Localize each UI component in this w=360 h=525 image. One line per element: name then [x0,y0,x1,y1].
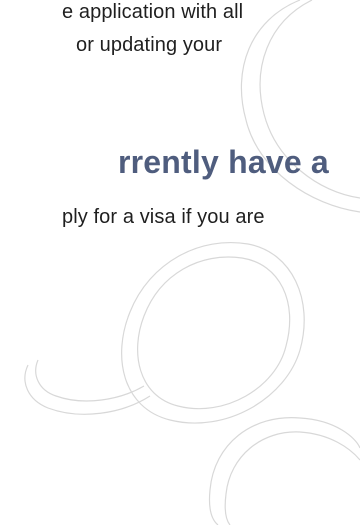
decor-swirl-left [24,364,151,415]
body-text-line-3: ply for a visa if you are [62,206,265,228]
body-text-line-1: e application with all [62,1,244,23]
decor-ring-middle-inner [137,256,291,410]
decor-ring-lower-inner [224,431,301,525]
decor-swirl-left-inner [35,359,145,402]
decor-ring-lower-outer [208,417,301,525]
decor-ring-lower-right [299,417,360,449]
decorative-outline-background [24,0,360,525]
body-text-line-2: or updating your [76,34,223,56]
decor-ring-lower-right-inner [299,431,360,461]
section-heading: rrently have a [118,144,329,180]
decor-ring-middle-outer [121,242,305,424]
document-page: e application with all or updating your … [0,0,360,525]
